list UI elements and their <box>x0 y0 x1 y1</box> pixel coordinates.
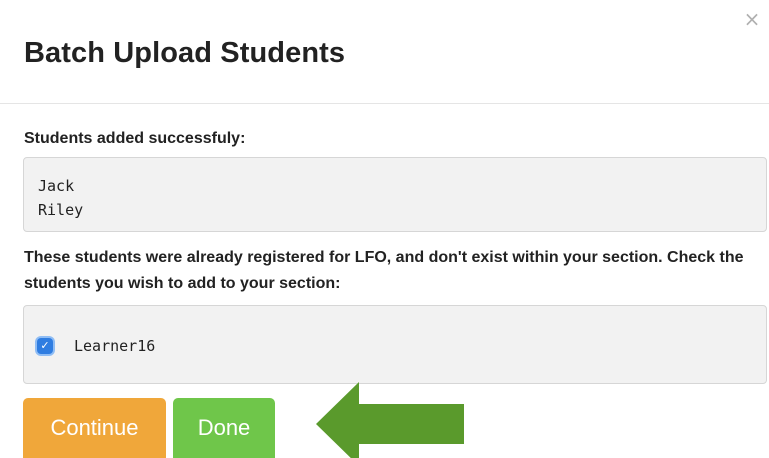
continue-button[interactable]: Continue <box>23 398 166 458</box>
added-student-name: Jack <box>38 177 75 195</box>
learner-row[interactable]: ✓ Learner16 <box>36 334 155 358</box>
modal-title: Batch Upload Students <box>24 37 346 69</box>
arrow-left-icon <box>316 382 464 458</box>
done-button[interactable]: Done <box>173 398 275 458</box>
modal-header: Batch Upload Students <box>0 0 769 104</box>
added-students-list: Jack Riley <box>23 157 767 232</box>
added-student-name: Riley <box>38 201 84 219</box>
close-icon[interactable]: × <box>741 8 763 30</box>
learner-name: Learner16 <box>74 337 156 355</box>
added-students-label: Students added successfuly: <box>24 130 246 147</box>
registered-students-list: ✓ Learner16 <box>23 305 767 384</box>
arrow-left-shape <box>316 382 464 458</box>
registered-students-label: These students were already registered f… <box>24 249 744 292</box>
checkbox-checked-icon[interactable]: ✓ <box>37 338 53 354</box>
